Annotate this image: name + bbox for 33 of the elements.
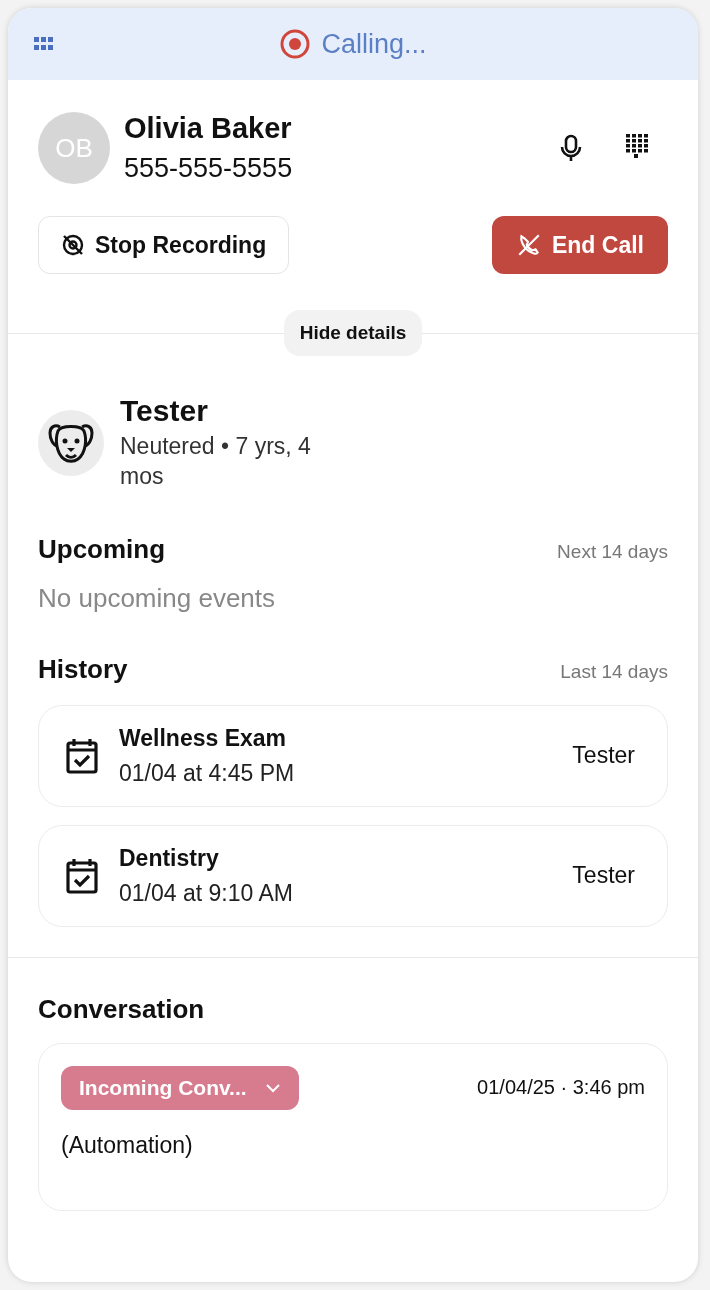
calendar-check-icon	[65, 856, 99, 895]
end-call-button[interactable]: End Call	[492, 216, 668, 274]
pet-details: Neutered • 7 yrs, 4 mos	[120, 432, 312, 491]
pet-label: Tester	[572, 742, 635, 770]
history-card[interactable]: Dentistry 01/04 at 9:10 AM Tester	[38, 824, 668, 927]
message-text: (Automation)	[61, 1131, 194, 1159]
grid-icon[interactable]	[34, 37, 54, 51]
conversation-time: 01/04/25 · 3:46 pm	[477, 1076, 645, 1100]
section-title: Conversation	[38, 993, 205, 1025]
date-range: Next 14 days	[557, 540, 668, 563]
microphone-icon[interactable]	[560, 134, 582, 162]
recording-off-icon	[61, 233, 85, 257]
pet-label: Tester	[572, 862, 635, 890]
history-card[interactable]: Wellness Exam 01/04 at 4:45 PM Tester	[38, 704, 668, 807]
event-title: Wellness Exam	[119, 724, 288, 752]
section-title: Upcoming	[38, 533, 166, 565]
event-title: Dentistry	[119, 844, 220, 872]
contact-name: Olivia Baker	[124, 112, 293, 145]
event-time: 01/04 at 9:10 AM	[119, 879, 293, 907]
empty-message: No upcoming events	[37, 581, 277, 614]
section-title: History	[38, 653, 128, 685]
phone-number: 555-555-5555	[124, 153, 294, 184]
chevron-down-icon	[264, 1082, 281, 1093]
date-range: Last 14 days	[560, 660, 668, 683]
hide-details-button[interactable]: Hide details	[283, 310, 423, 356]
dialpad-icon[interactable]	[626, 134, 648, 158]
call-status: Calling...	[321, 28, 427, 60]
pet-name: Tester	[120, 394, 209, 428]
calendar-check-icon	[65, 736, 99, 775]
record-icon	[279, 28, 312, 60]
event-time: 01/04 at 4:45 PM	[119, 759, 295, 787]
phone-off-icon	[516, 232, 542, 258]
stop-recording-button[interactable]: Stop Recording	[38, 216, 290, 274]
